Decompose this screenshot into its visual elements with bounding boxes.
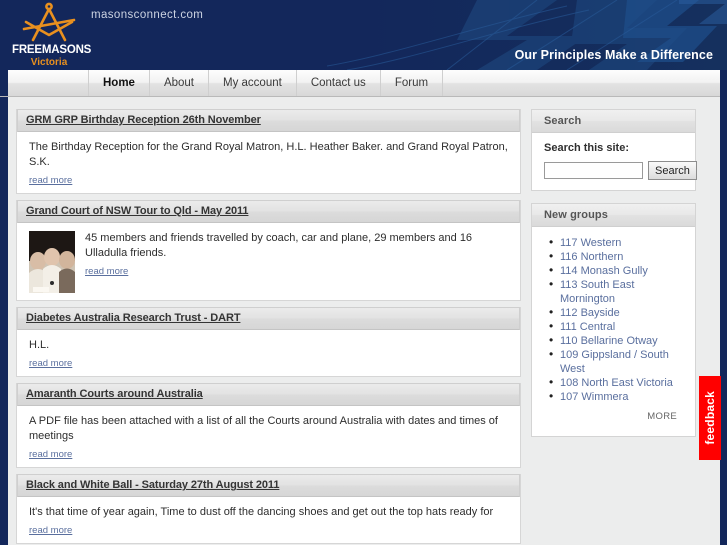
read-more-link[interactable]: read more	[85, 266, 128, 277]
article-thumbnail-photo[interactable]	[29, 231, 75, 293]
search-input[interactable]	[544, 162, 643, 179]
group-link[interactable]: 112 Bayside	[560, 307, 620, 319]
group-link[interactable]: 111 Central	[560, 321, 615, 333]
group-link[interactable]: 117 Western	[560, 237, 621, 249]
article-text: The Birthday Reception for the Grand Roy…	[29, 140, 510, 186]
article-text: A PDF file has been attached with a list…	[29, 414, 510, 460]
right-edge-rail	[720, 70, 727, 545]
article-header: Amaranth Courts around Australia	[17, 383, 520, 406]
article-title-link[interactable]: GRM GRP Birthday Reception 26th November	[26, 114, 261, 126]
group-link[interactable]: 108 North East Victoria	[560, 377, 673, 389]
article-item: Black and White Ball - Saturday 27th Aug…	[16, 474, 521, 544]
article-title-link[interactable]: Amaranth Courts around Australia	[26, 388, 203, 400]
search-button[interactable]: Search	[648, 161, 697, 180]
article-item: Amaranth Courts around Australia A PDF f…	[16, 383, 521, 468]
primary-navigation: Home About My account Contact us Forum	[0, 70, 727, 97]
feedback-tab-label: feedback	[703, 391, 717, 445]
read-more-link[interactable]: read more	[29, 175, 72, 186]
article-teaser: It's that time of year again, Time to du…	[29, 506, 494, 518]
search-panel: Search Search this site: Search	[531, 109, 697, 191]
site-tagline: Our Principles Make a Difference	[514, 48, 713, 62]
article-item: Grand Court of NSW Tour to Qld - May 201…	[16, 200, 521, 301]
page-body: GRM GRP Birthday Reception 26th November…	[0, 97, 727, 545]
group-link[interactable]: 113 South East Mornington	[560, 279, 634, 305]
article-teaser: 45 members and friends travelled by coac…	[85, 232, 473, 259]
nav-item-my-account[interactable]: My account	[209, 70, 297, 96]
list-item: 117 Western	[549, 235, 685, 250]
group-link[interactable]: 110 Bellarine Otway	[560, 335, 658, 347]
logo-subtitle: Victoria	[30, 57, 68, 68]
list-item: 110 Bellarine Otway	[549, 333, 685, 348]
list-item: 111 Central	[549, 319, 685, 334]
site-url-text: masonsconnect.com	[91, 9, 204, 21]
article-body: It's that time of year again, Time to du…	[17, 497, 520, 543]
new-groups-panel: New groups 117 Western 116 Northern 114 …	[531, 203, 696, 437]
nav-item-contact-us[interactable]: Contact us	[297, 70, 381, 96]
article-header: GRM GRP Birthday Reception 26th November	[17, 109, 520, 132]
article-teaser: H.L.	[29, 339, 50, 351]
feedback-tab[interactable]: feedback	[699, 376, 721, 460]
article-text: H.L. read more	[29, 338, 510, 369]
article-text: It's that time of year again, Time to du…	[29, 505, 510, 536]
read-more-link[interactable]: read more	[29, 525, 72, 536]
group-link[interactable]: 109 Gippsland / South West	[560, 349, 669, 375]
article-header: Diabetes Australia Research Trust - DART	[17, 307, 520, 330]
article-header: Grand Court of NSW Tour to Qld - May 201…	[17, 200, 520, 223]
search-label: Search this site:	[544, 142, 629, 154]
article-title-link[interactable]: Black and White Ball - Saturday 27th Aug…	[26, 479, 279, 491]
new-groups-panel-title: New groups	[532, 204, 695, 227]
search-row: Search	[544, 161, 697, 180]
group-link[interactable]: 114 Monash Gully	[560, 265, 648, 277]
list-item: 109 Gippsland / South West	[549, 347, 685, 376]
list-item: 107 Wimmera	[549, 389, 685, 404]
read-more-link[interactable]: read more	[29, 358, 72, 369]
new-groups-panel-body: 117 Western 116 Northern 114 Monash Gull…	[532, 227, 695, 436]
square-and-compass-icon	[22, 2, 76, 42]
nav-item-forum[interactable]: Forum	[381, 70, 444, 96]
article-item: Diabetes Australia Research Trust - DART…	[16, 307, 521, 377]
article-title-link[interactable]: Diabetes Australia Research Trust - DART	[26, 312, 241, 324]
logo-wordmark: FREEMASONS	[12, 44, 92, 56]
site-logo[interactable]: FREEMASONS Victoria	[12, 2, 92, 68]
list-item: 112 Bayside	[549, 305, 685, 320]
article-list: GRM GRP Birthday Reception 26th November…	[16, 109, 521, 545]
search-panel-body: Search this site: Search	[532, 133, 697, 190]
article-header: Black and White Ball - Saturday 27th Aug…	[17, 474, 520, 497]
new-groups-more-row: MORE	[544, 404, 685, 426]
read-more-link[interactable]: read more	[29, 449, 72, 460]
nav-item-about[interactable]: About	[150, 70, 210, 96]
group-link[interactable]: 116 Northern	[560, 251, 623, 263]
list-item: 108 North East Victoria	[549, 375, 685, 390]
article-teaser: The Birthday Reception for the Grand Roy…	[29, 141, 508, 168]
sidebar: Search Search this site: Search New grou…	[531, 109, 697, 545]
new-groups-list: 117 Western 116 Northern 114 Monash Gull…	[544, 235, 685, 404]
article-body: H.L. read more	[17, 330, 520, 376]
list-item: 116 Northern	[549, 249, 685, 264]
list-item: 113 South East Mornington	[549, 277, 685, 306]
nav-item-home[interactable]: Home	[88, 70, 150, 96]
site-header: FREEMASONS Victoria masonsconnect.com Ou…	[0, 0, 727, 70]
article-text: 45 members and friends travelled by coac…	[85, 231, 510, 277]
article-body: The Birthday Reception for the Grand Roy…	[17, 132, 520, 193]
article-teaser: A PDF file has been attached with a list…	[29, 415, 498, 442]
group-link[interactable]: 107 Wimmera	[560, 391, 628, 403]
more-link[interactable]: MORE	[647, 411, 677, 422]
search-panel-title: Search	[532, 110, 695, 133]
list-item: 114 Monash Gully	[549, 263, 685, 278]
page-root: FREEMASONS Victoria masonsconnect.com Ou…	[0, 0, 727, 545]
article-body: 45 members and friends travelled by coac…	[17, 223, 520, 300]
article-body: A PDF file has been attached with a list…	[17, 406, 520, 467]
article-title-link[interactable]: Grand Court of NSW Tour to Qld - May 201…	[26, 205, 249, 217]
article-item: GRM GRP Birthday Reception 26th November…	[16, 109, 521, 194]
